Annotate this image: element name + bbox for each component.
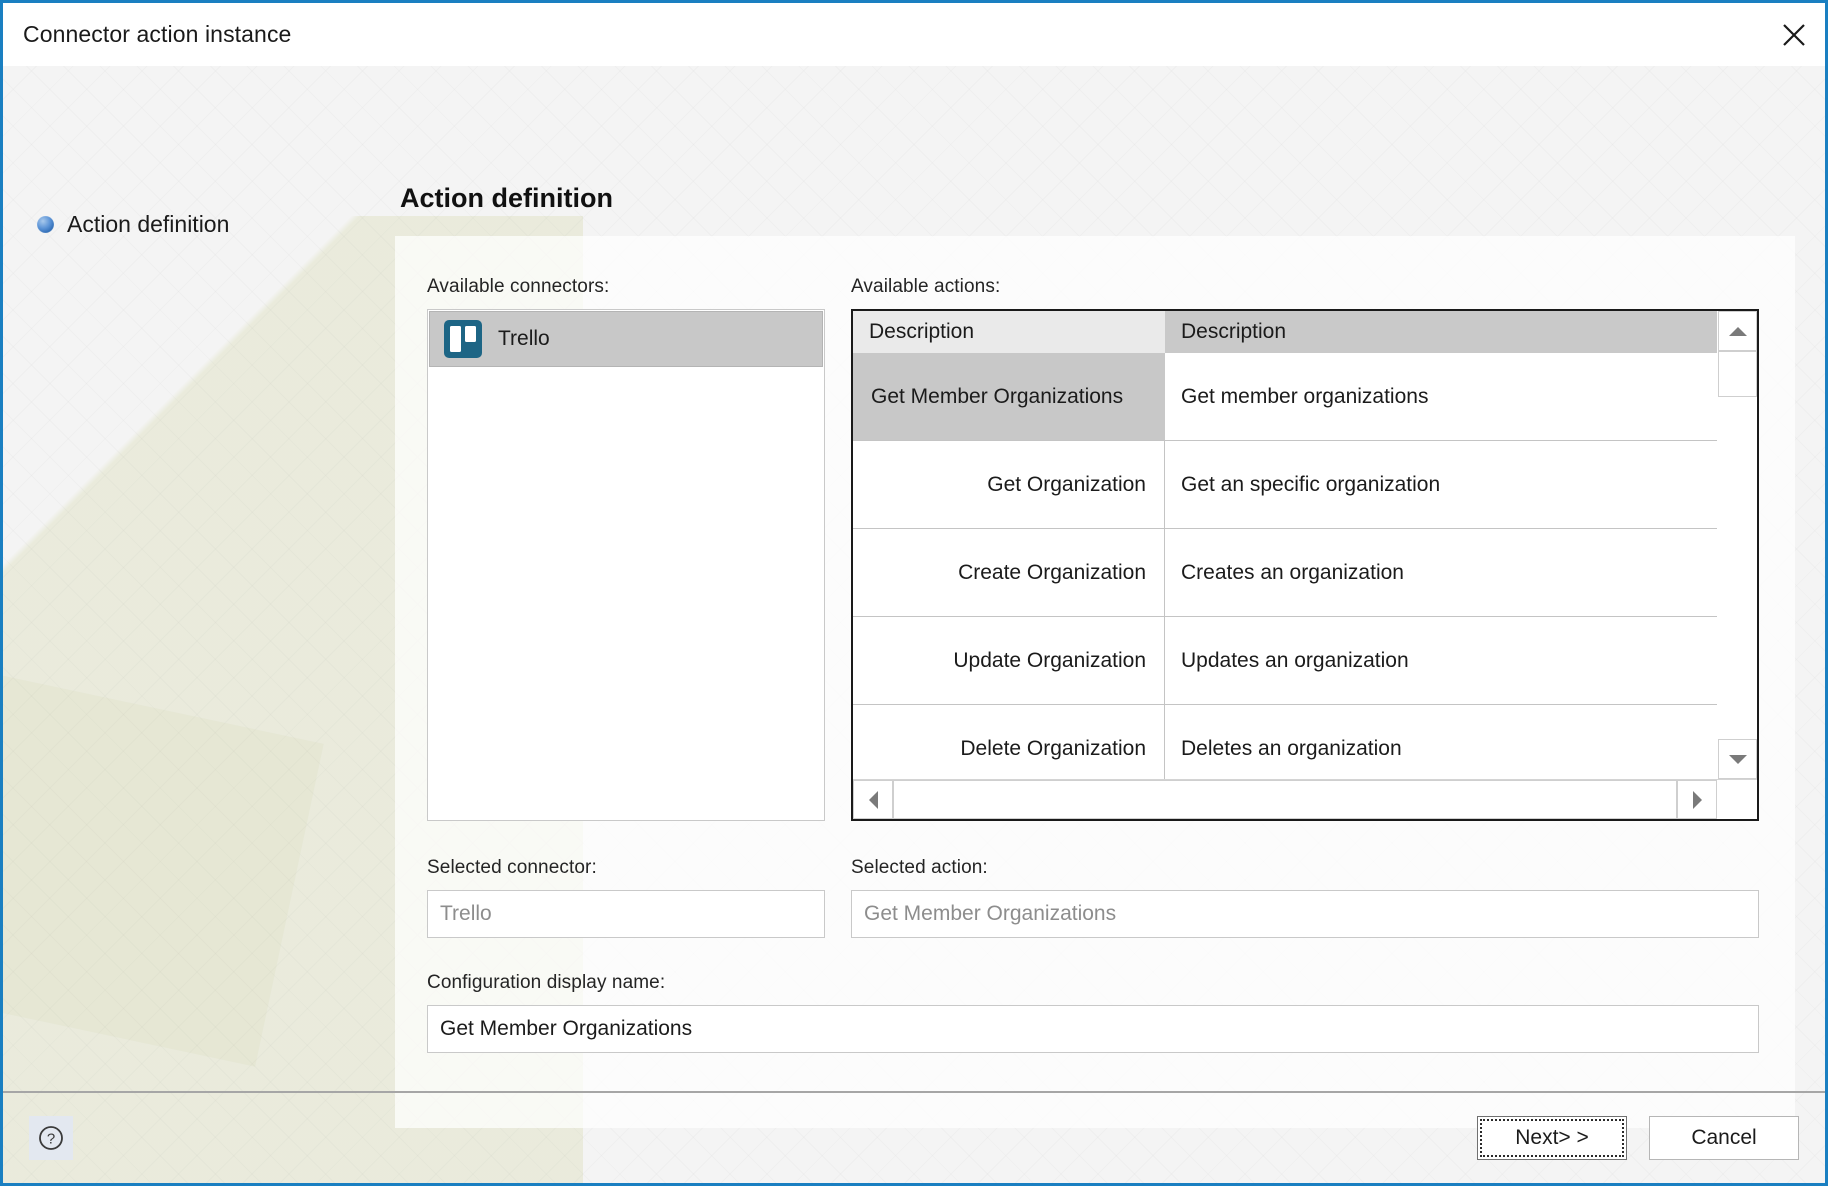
row-name: Create Organization — [853, 529, 1165, 616]
table-row[interactable]: Delete Organization Deletes an organizat… — [853, 705, 1717, 779]
selector-columns: Available connectors: Trello Available a… — [427, 276, 1759, 821]
scroll-down-arrow-icon[interactable] — [1718, 739, 1757, 779]
scroll-left-arrow-icon[interactable] — [853, 780, 893, 819]
sidebar-step-action-definition[interactable]: Action definition — [3, 211, 395, 238]
configuration-display-name-input[interactable]: Get Member Organizations — [427, 1005, 1759, 1053]
table-row[interactable]: Get Member Organizations Get member orga… — [853, 353, 1717, 441]
available-actions-grid[interactable]: Description Description Get Member Organ… — [851, 309, 1759, 821]
selected-connector-label: Selected connector: — [427, 857, 597, 878]
row-description: Updates an organization — [1181, 648, 1409, 672]
grid-horizontal-scrollbar[interactable] — [853, 779, 1757, 819]
sidebar-step-label: Action definition — [67, 211, 230, 237]
blue-sphere-bullet-icon — [37, 216, 54, 233]
configuration-display-name-label: Configuration display name: — [427, 972, 666, 993]
row-name: Get Organization — [853, 441, 1165, 528]
available-connectors-listbox[interactable]: Trello — [427, 309, 825, 821]
row-description: Get an specific organization — [1181, 472, 1441, 496]
selected-action-label: Selected action: — [851, 857, 988, 878]
page-title: Action definition — [400, 183, 613, 213]
selected-values-row: Selected connector: Trello Selected acti… — [427, 857, 1759, 938]
horizontal-scroll-track[interactable] — [893, 780, 1677, 819]
selected-connector-input[interactable]: Trello — [427, 890, 825, 938]
row-name: Get Member Organizations — [853, 353, 1165, 440]
svg-text:?: ? — [47, 1131, 55, 1148]
vertical-scroll-track[interactable] — [1718, 351, 1757, 739]
close-icon[interactable] — [1763, 5, 1825, 65]
connector-list-item-trello[interactable]: Trello — [429, 311, 823, 367]
grid-header-row: Description Description — [853, 311, 1717, 353]
action-definition-panel: Available connectors: Trello Available a… — [395, 236, 1795, 1128]
scroll-up-arrow-icon[interactable] — [1718, 311, 1757, 351]
selected-connector-group: Selected connector: Trello — [427, 857, 825, 938]
connectors-column: Available connectors: Trello — [427, 276, 825, 821]
selected-action-group: Selected action: Get Member Organization… — [851, 857, 1759, 938]
grid-table-wrap: Description Description Get Member Organ… — [853, 311, 1717, 779]
window-title: Connector action instance — [23, 21, 292, 47]
help-question-icon[interactable]: ? — [29, 1116, 73, 1160]
column-header-name[interactable]: Description — [853, 311, 1165, 353]
configuration-display-name-group: Configuration display name: Get Member O… — [427, 972, 1759, 1053]
row-name: Update Organization — [853, 617, 1165, 704]
dialog-body: Action definition Action definition Avai… — [3, 66, 1825, 1183]
connector-action-instance-dialog: Connector action instance Action definit… — [0, 0, 1828, 1186]
row-description: Deletes an organization — [1181, 736, 1402, 760]
cancel-button[interactable]: Cancel — [1649, 1116, 1799, 1160]
column-header-description[interactable]: Description — [1165, 311, 1717, 353]
connector-item-label: Trello — [498, 327, 550, 350]
table-row[interactable]: Get Organization Get an specific organiz… — [853, 441, 1717, 529]
table-row[interactable]: Create Organization Creates an organizat… — [853, 529, 1717, 617]
trello-icon — [444, 320, 482, 358]
title-bar: Connector action instance — [3, 3, 1825, 66]
content-row: Action definition Action definition Avai… — [3, 66, 1825, 1128]
grid-rows: Get Member Organizations Get member orga… — [853, 353, 1717, 779]
dialog-footer: ? Next> > Cancel — [3, 1091, 1825, 1183]
main-column: Action definition Available connectors: — [395, 66, 1825, 1128]
wizard-steps-sidebar: Action definition — [3, 66, 395, 1091]
available-actions-label: Available actions: — [851, 276, 1001, 297]
selected-action-input[interactable]: Get Member Organizations — [851, 890, 1759, 938]
available-connectors-label: Available connectors: — [427, 276, 610, 297]
grid-main: Description Description Get Member Organ… — [853, 311, 1757, 779]
scrollbar-corner — [1717, 780, 1757, 819]
table-row[interactable]: Update Organization Updates an organizat… — [853, 617, 1717, 705]
row-description: Creates an organization — [1181, 560, 1404, 584]
next-button[interactable]: Next> > — [1477, 1116, 1627, 1160]
horizontal-scroll-thumb[interactable] — [893, 780, 1677, 819]
grid-vertical-scrollbar[interactable] — [1717, 311, 1757, 779]
vertical-scroll-thumb[interactable] — [1718, 351, 1757, 397]
actions-column: Available actions: Description Descripti… — [851, 276, 1759, 821]
row-description: Get member organizations — [1181, 384, 1429, 408]
row-name: Delete Organization — [853, 705, 1165, 779]
scroll-right-arrow-icon[interactable] — [1677, 780, 1717, 819]
